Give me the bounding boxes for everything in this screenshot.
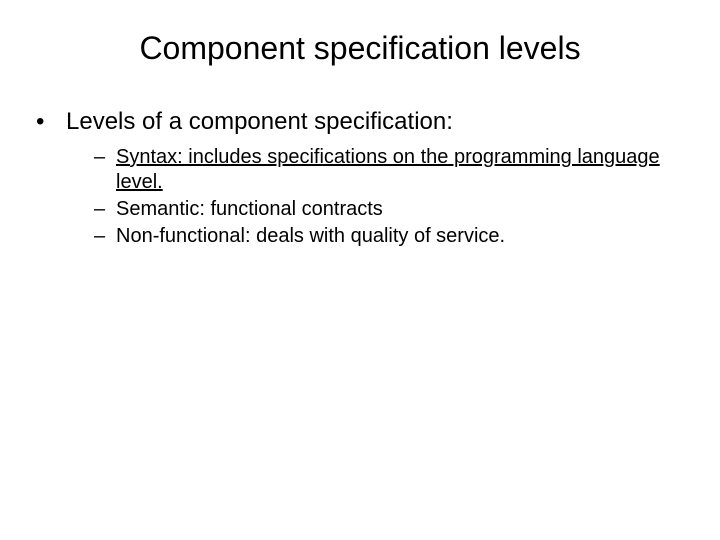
sub-bullet: – Semantic: functional contracts <box>94 197 684 222</box>
sub-bullet-text: Non-functional: deals with quality of se… <box>116 224 684 249</box>
sub-bullet: – Syntax: includes specifications on the… <box>94 145 684 195</box>
bullet-text: Levels of a component specification: <box>66 107 684 137</box>
bullet-marker: – <box>94 197 116 222</box>
slide-body: • Levels of a component specification: –… <box>36 107 684 249</box>
bullet-marker: – <box>94 145 116 195</box>
bullet-marker: • <box>36 107 66 137</box>
bullet-level-1: • Levels of a component specification: <box>36 107 684 137</box>
sub-bullet: – Non-functional: deals with quality of … <box>94 224 684 249</box>
sub-bullet-list: – Syntax: includes specifications on the… <box>94 145 684 249</box>
sub-bullet-text: Semantic: functional contracts <box>116 197 684 222</box>
bullet-marker: – <box>94 224 116 249</box>
sub-bullet-text: Syntax: includes specifications on the p… <box>116 145 684 195</box>
slide-title: Component specification levels <box>36 30 684 67</box>
slide: Component specification levels • Levels … <box>0 0 720 540</box>
